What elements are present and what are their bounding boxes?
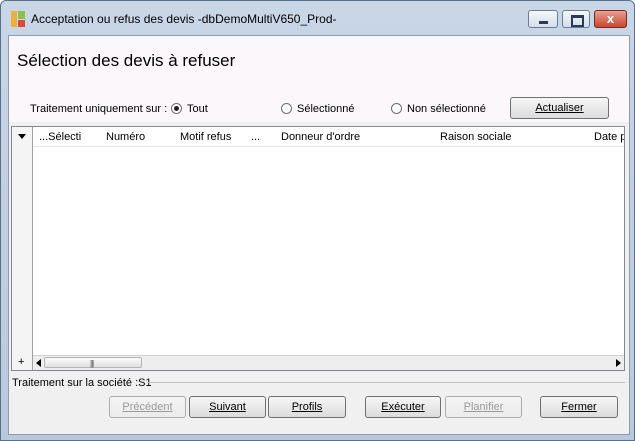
- radio-unchecked-icon: [281, 103, 292, 114]
- status-text: Traitement sur la société :S1: [12, 377, 152, 389]
- radio-label: Sélectionné: [297, 103, 355, 115]
- button-label: Suivant: [209, 401, 246, 413]
- button-label: Profils: [291, 401, 323, 413]
- header-panel: Sélection des devis à refuser Traitement…: [9, 36, 629, 122]
- column-header-donneur-ordre[interactable]: Donneur d'ordre: [281, 131, 360, 143]
- next-button[interactable]: Suivant: [189, 396, 266, 418]
- radio-checked-icon: [171, 103, 182, 114]
- scroll-left-icon[interactable]: [36, 359, 41, 367]
- close-dialog-button[interactable]: Fermer: [540, 396, 618, 418]
- devis-grid[interactable]: ...Sélecti Numéro Motif refus ... Donneu…: [11, 126, 625, 371]
- minimize-button[interactable]: [528, 10, 558, 28]
- button-label: Exécuter: [381, 401, 425, 413]
- button-label: Planifier: [463, 401, 504, 413]
- refresh-button-label: Actualiser: [535, 102, 584, 114]
- scroll-right-icon[interactable]: [616, 359, 621, 367]
- row-selector-column[interactable]: +: [12, 127, 33, 370]
- close-icon: x: [606, 11, 615, 26]
- execute-button[interactable]: Exécuter: [365, 396, 441, 418]
- button-label: Fermer: [561, 401, 597, 413]
- page-title: Sélection des devis à refuser: [17, 51, 236, 70]
- button-label: Précédent: [122, 401, 173, 413]
- application-window: Acceptation ou refus des devis -dbDemoMu…: [0, 0, 635, 441]
- radio-label: Tout: [187, 103, 208, 115]
- column-header-motif-refus[interactable]: Motif refus: [180, 131, 231, 143]
- radio-unchecked-icon: [391, 103, 402, 114]
- profiles-button[interactable]: Profils: [268, 396, 346, 418]
- title-bar[interactable]: Acceptation ou refus des devis -dbDemoMu…: [1, 1, 634, 35]
- filter-label: Traitement uniquement sur :: [30, 103, 168, 115]
- maximize-button[interactable]: [562, 10, 590, 28]
- grid-header: ...Sélecti Numéro Motif refus ... Donneu…: [12, 127, 624, 147]
- minimize-icon: [539, 21, 548, 24]
- status-divider: [147, 382, 625, 383]
- column-header-date[interactable]: Date p: [594, 131, 624, 143]
- client-area: Sélection des devis à refuser Traitement…: [8, 35, 630, 435]
- previous-button[interactable]: Précédent: [109, 396, 186, 418]
- column-header-selection[interactable]: ...Sélecti: [39, 131, 81, 143]
- column-header-numero[interactable]: Numéro: [106, 131, 145, 143]
- horizontal-scrollbar[interactable]: |||: [33, 355, 624, 370]
- schedule-button[interactable]: Planifier: [445, 396, 522, 418]
- maximize-icon: [571, 15, 584, 27]
- column-header-raison-sociale[interactable]: Raison sociale: [440, 131, 512, 143]
- radio-label: Non sélectionné: [407, 103, 486, 115]
- column-header-more[interactable]: ...: [251, 131, 260, 143]
- close-button[interactable]: x: [594, 10, 627, 28]
- app-icon: [11, 11, 25, 27]
- window-title: Acceptation ou refus des devis -dbDemoMu…: [31, 12, 337, 26]
- dropdown-arrow-icon[interactable]: [18, 134, 26, 139]
- scroll-thumb[interactable]: |||: [44, 357, 142, 368]
- refresh-button[interactable]: Actualiser: [510, 97, 609, 119]
- grip-icon: |||: [90, 359, 94, 368]
- add-row-icon[interactable]: +: [18, 356, 24, 368]
